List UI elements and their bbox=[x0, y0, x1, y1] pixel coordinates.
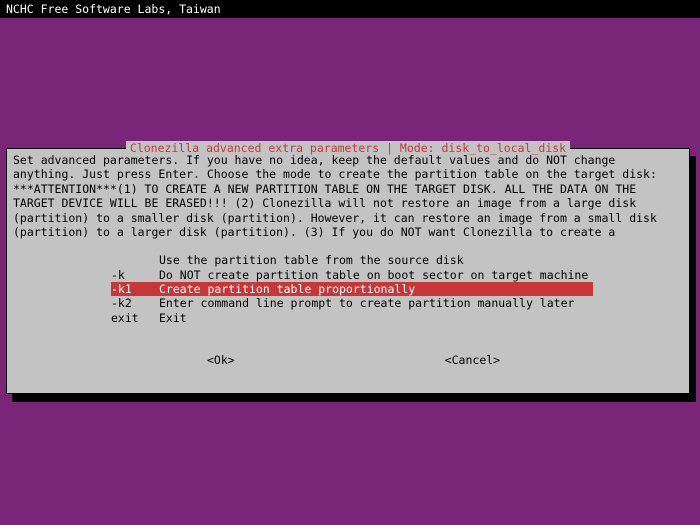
option-desc: Exit bbox=[159, 311, 187, 325]
option-row-selected[interactable]: -k1 Create partition table proportionall… bbox=[111, 282, 593, 296]
options-list: Use the partition table from the source … bbox=[111, 253, 683, 325]
cancel-button[interactable]: <Cancel> bbox=[445, 353, 500, 367]
option-flag: -k1 bbox=[111, 282, 159, 296]
dialog-title-wrap: Clonezilla advanced extra parameters | M… bbox=[13, 141, 683, 145]
option-row[interactable]: Use the partition table from the source … bbox=[111, 253, 683, 267]
option-flag: -k bbox=[111, 268, 159, 282]
top-bar: NCHC Free Software Labs, Taiwan bbox=[0, 0, 700, 18]
dialog-body-text: Set advanced parameters. If you have no … bbox=[13, 153, 683, 239]
option-desc: Use the partition table from the source … bbox=[159, 253, 464, 267]
option-flag: -k2 bbox=[111, 296, 159, 310]
dialog-title: Clonezilla advanced extra parameters | M… bbox=[126, 141, 570, 155]
option-desc: Enter command line prompt to create part… bbox=[159, 296, 574, 310]
ok-button[interactable]: <Ok> bbox=[207, 353, 235, 367]
option-desc: Do NOT create partition table on boot se… bbox=[159, 268, 588, 282]
desktop-background: Clonezilla advanced extra parameters | M… bbox=[0, 18, 700, 525]
dialog-buttons: <Ok> <Cancel> bbox=[13, 353, 683, 367]
option-row[interactable]: -k Do NOT create partition table on boot… bbox=[111, 268, 683, 282]
option-flag: exit bbox=[111, 311, 159, 325]
top-bar-title: NCHC Free Software Labs, Taiwan bbox=[6, 2, 221, 16]
option-desc: Create partition table proportionally bbox=[159, 282, 415, 296]
option-row[interactable]: exit Exit bbox=[111, 311, 683, 325]
option-flag bbox=[111, 253, 159, 267]
dialog-box: Clonezilla advanced extra parameters | M… bbox=[6, 148, 690, 394]
option-row[interactable]: -k2 Enter command line prompt to create … bbox=[111, 296, 683, 310]
